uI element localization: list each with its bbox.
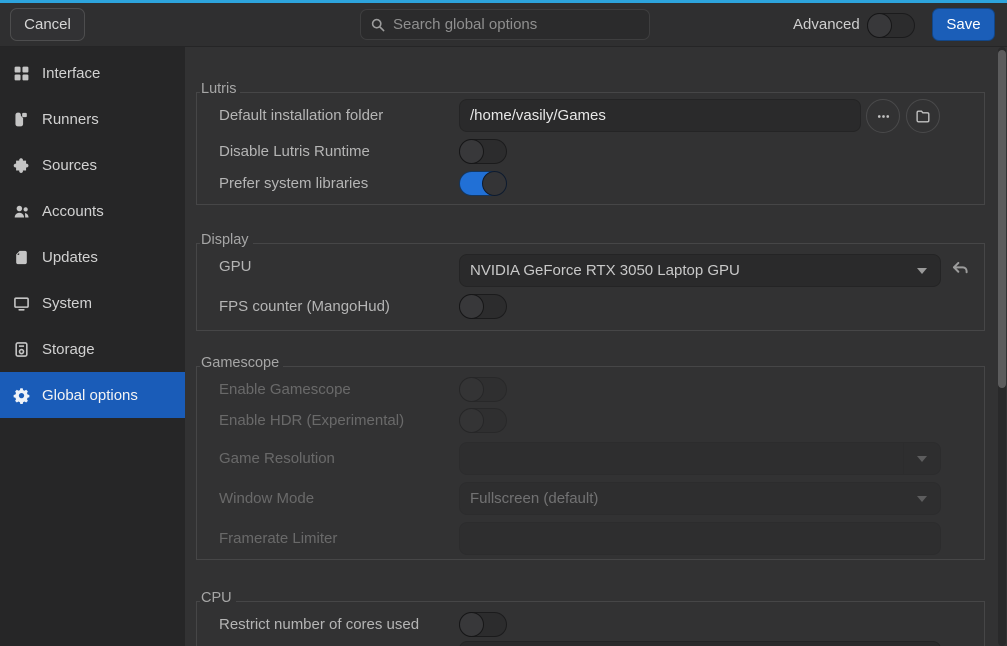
advanced-toggle[interactable] [867,13,915,38]
combo-separator [903,443,904,474]
restrict-cores-toggle[interactable] [459,612,507,637]
sidebar-item-label: Interface [42,65,100,82]
sidebar-item-label: Accounts [42,203,104,220]
drive-icon [13,341,30,358]
people-icon [13,203,30,220]
gpu-reset-button[interactable] [949,258,971,283]
window-mode-label: Window Mode [219,482,314,515]
section-gamescope: Gamescope Enable Gamescope Enable HDR (E… [196,366,985,560]
enable-hdr-toggle [459,408,507,433]
sidebar-item-label: Sources [42,157,97,174]
chevron-down-icon [917,456,927,462]
toggle-knob [459,294,484,319]
sidebar-item-storage[interactable]: Storage [0,326,185,372]
undo-icon [949,258,971,280]
sidebar: Interface Runners Sources Accounts Updat… [0,47,185,646]
install-folder-browse-button[interactable] [906,99,940,133]
section-cpu: CPU Restrict number of cores used [196,601,985,646]
install-folder-more-button[interactable] [866,99,900,133]
scrollbar-thumb[interactable] [998,50,1006,388]
prefer-system-libs-label: Prefer system libraries [219,171,368,197]
disable-runtime-toggle[interactable] [459,139,507,164]
install-folder-input[interactable] [459,99,861,132]
monitor-icon [13,295,30,312]
section-display: Display GPU NVIDIA GeForce RTX 3050 Lapt… [196,243,985,331]
advanced-toggle-knob [867,13,892,38]
restrict-cores-label: Restrict number of cores used [219,612,419,638]
window-mode-select: Fullscreen (default) [459,482,941,515]
window-top-accent [0,0,1007,3]
sidebar-item-system[interactable]: System [0,280,185,326]
puzzle-icon [13,157,30,174]
install-folder-label: Default installation folder [219,103,383,129]
sidebar-item-label: Global options [42,387,138,404]
toggle-knob [459,377,484,402]
global-options-panel: Lutris Default installation folder Disab… [185,47,1007,646]
search-input[interactable] [393,16,640,33]
section-lutris-legend: Lutris [200,81,240,97]
cpu-partial-input[interactable] [459,641,941,646]
gpu-label: GPU [219,254,252,280]
framerate-limiter-input [459,522,941,555]
enable-hdr-label: Enable HDR (Experimental) [219,408,404,434]
disable-runtime-label: Disable Lutris Runtime [219,139,370,165]
sidebar-item-accounts[interactable]: Accounts [0,188,185,234]
sidebar-item-updates[interactable]: Updates [0,234,185,280]
sidebar-item-sources[interactable]: Sources [0,142,185,188]
toggle-knob [459,139,484,164]
enable-gamescope-toggle [459,377,507,402]
search-icon [370,17,386,33]
sidebar-item-label: Runners [42,111,99,128]
save-button[interactable]: Save [932,8,995,41]
advanced-label: Advanced [793,16,860,33]
section-display-legend: Display [200,232,253,248]
sidebar-item-global-options[interactable]: Global options [0,372,185,418]
section-cpu-legend: CPU [200,590,236,606]
header-bar: Cancel Advanced Save [0,3,1007,47]
cancel-button[interactable]: Cancel [10,8,85,41]
ellipsis-icon [875,108,892,125]
toggle-knob [482,171,507,196]
gpu-select[interactable]: NVIDIA GeForce RTX 3050 Laptop GPU [459,254,941,287]
enable-gamescope-label: Enable Gamescope [219,377,351,403]
search-box[interactable] [360,9,650,40]
sidebar-item-interface[interactable]: Interface [0,50,185,96]
fps-counter-label: FPS counter (MangoHud) [219,294,390,320]
toggle-knob [459,612,484,637]
framerate-limiter-label: Framerate Limiter [219,522,337,555]
chevron-down-icon [917,268,927,274]
toggle-knob [459,408,484,433]
window-mode-value: Fullscreen (default) [470,490,598,507]
gear-icon [13,387,30,404]
package-icon [13,249,30,266]
sidebar-item-label: Storage [42,341,95,358]
section-gamescope-legend: Gamescope [200,355,283,371]
sidebar-item-label: Updates [42,249,98,266]
runners-icon [13,111,30,128]
game-resolution-label: Game Resolution [219,442,335,475]
section-lutris: Lutris Default installation folder Disab… [196,92,985,205]
fps-counter-toggle[interactable] [459,294,507,319]
prefer-system-libs-toggle[interactable] [459,171,507,196]
sidebar-item-label: System [42,295,92,312]
sidebar-item-runners[interactable]: Runners [0,96,185,142]
gpu-select-value: NVIDIA GeForce RTX 3050 Laptop GPU [470,262,740,279]
game-resolution-combo [459,442,941,475]
grid-icon [13,65,30,82]
folder-icon [915,108,932,125]
chevron-down-icon [917,496,927,502]
